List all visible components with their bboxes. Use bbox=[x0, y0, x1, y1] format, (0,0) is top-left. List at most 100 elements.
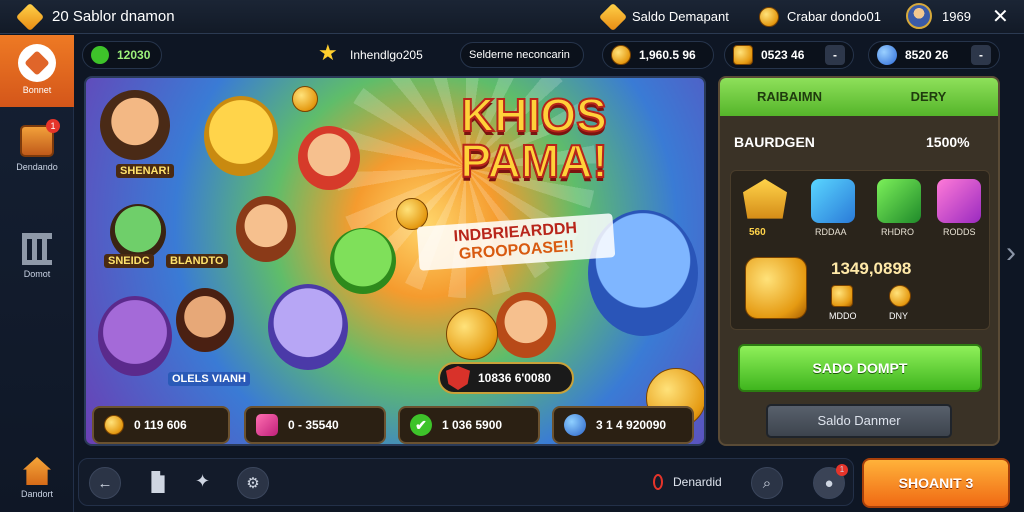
character-girl bbox=[236, 196, 296, 262]
arrow-left-icon[interactable]: ← bbox=[89, 467, 121, 499]
currency-1[interactable]: 1,960.5 96 bbox=[602, 41, 714, 69]
tab-label: Selderne neconcarin bbox=[469, 49, 570, 61]
coin-icon bbox=[292, 86, 318, 112]
mini-label: MDDO bbox=[829, 311, 857, 321]
sidebar-item-domot[interactable]: Domot bbox=[0, 227, 74, 291]
arrow-up-icon bbox=[91, 46, 109, 64]
currency-3[interactable]: 8520 26 - bbox=[868, 41, 1000, 69]
bottom-bar: ← ✦ ⚙ Denardid ⌕ ● 1 bbox=[78, 458, 854, 506]
diamond-icon bbox=[15, 2, 45, 32]
status-text: Denardid bbox=[673, 475, 722, 489]
prize-chip[interactable]: 10836 6'0080 bbox=[438, 362, 574, 394]
rank-label: Inhendlgo205 bbox=[350, 48, 423, 62]
panel-row-value: 1500% bbox=[926, 134, 970, 150]
gold-item[interactable] bbox=[743, 179, 787, 219]
character-label: SNEIDC bbox=[104, 254, 154, 268]
chest-icon: 1 bbox=[20, 119, 60, 157]
minus-button[interactable]: - bbox=[825, 45, 845, 65]
home-icon bbox=[23, 457, 51, 485]
banner-title-line2: PAMA! bbox=[459, 135, 608, 187]
character-label: OLELS VIANH bbox=[168, 372, 250, 386]
home-icon bbox=[18, 44, 56, 82]
minus-button[interactable]: - bbox=[971, 45, 991, 65]
panel-row-label: BAURDGEN bbox=[734, 134, 815, 150]
character-label: SHENAR! bbox=[116, 164, 175, 178]
reward-panel: RAIBAIMN DERY BAURDGEN 1500% 560 RDDAA R… bbox=[718, 76, 1000, 446]
panel-tabs: RAIBAIMN DERY bbox=[720, 78, 998, 116]
stat-value: 0 - 35540 bbox=[288, 418, 339, 432]
promo-banner[interactable]: SHENAR! SNEIDC BLANDTO OLELS VIANH KHIOS… bbox=[84, 76, 706, 446]
gear-icon[interactable]: ⚙ bbox=[237, 467, 269, 499]
item-label: RODDS bbox=[943, 227, 976, 237]
gem-item[interactable] bbox=[811, 179, 855, 223]
top-bar: 20 Sablor dnamon Saldo Demapant Crabar d… bbox=[0, 0, 1024, 34]
stat-value: 0 119 606 bbox=[134, 418, 187, 432]
currency-value: 1,960.5 96 bbox=[639, 48, 696, 62]
tab-dery[interactable]: DERY bbox=[859, 78, 998, 116]
character-cat bbox=[268, 284, 348, 370]
big-value: 1349,0898 bbox=[831, 259, 912, 278]
close-icon[interactable]: ✕ bbox=[992, 4, 1009, 29]
notification-badge: 1 bbox=[836, 464, 848, 476]
tab-selector[interactable]: Selderne neconcarin bbox=[460, 42, 584, 68]
coin-stack-icon bbox=[831, 285, 853, 307]
coin-icon bbox=[396, 198, 428, 230]
currency-value: 8520 26 bbox=[905, 48, 949, 62]
character-hero bbox=[100, 90, 170, 160]
sidebar-item-label: Dendando bbox=[16, 162, 58, 172]
banner-title: KHIOS PAMA! bbox=[434, 91, 634, 187]
tab-raibaimn[interactable]: RAIBAIMN bbox=[720, 78, 859, 116]
check-icon: ✔ bbox=[410, 414, 432, 436]
bank-icon bbox=[22, 233, 52, 265]
saldo-label: Saldo Demapant bbox=[632, 9, 729, 24]
currency-value: 0523 46 bbox=[761, 48, 805, 62]
crystal-item[interactable] bbox=[937, 179, 981, 223]
sidebar-item-dandort[interactable]: Dandort bbox=[0, 453, 74, 509]
sidebar-item-bonnet[interactable]: Bonnet bbox=[0, 35, 74, 107]
coin-icon bbox=[733, 45, 753, 65]
secondary-button[interactable]: Saldo Danmer bbox=[766, 404, 952, 438]
shield-icon bbox=[446, 366, 470, 390]
character-kid bbox=[496, 292, 556, 358]
item-label: RDDAA bbox=[815, 227, 847, 237]
puzzle-icon[interactable] bbox=[151, 471, 165, 493]
coin-icon bbox=[759, 7, 779, 27]
sidebar-item-dendando[interactable]: 1 Dendando bbox=[0, 119, 74, 189]
header-row: 12030 ★ Inhendlgo205 Selderne neconcarin… bbox=[78, 38, 1024, 72]
mini-label: DNY bbox=[889, 311, 909, 321]
user-value: 1969 bbox=[942, 9, 971, 24]
coin-icon bbox=[611, 45, 631, 65]
coin-icon bbox=[104, 415, 124, 435]
level-pill[interactable]: 12030 bbox=[82, 41, 162, 69]
search-icon[interactable]: ⌕ bbox=[751, 467, 783, 499]
character-purple bbox=[98, 296, 172, 376]
coin-icon bbox=[446, 308, 498, 360]
stat-chip[interactable]: 0 - 35540 bbox=[244, 406, 386, 444]
chevron-right-icon[interactable]: › bbox=[1006, 236, 1016, 270]
avatar-icon[interactable] bbox=[906, 3, 932, 29]
emerald-item[interactable] bbox=[877, 179, 921, 223]
status-dot bbox=[653, 474, 663, 490]
coin-stack-icon bbox=[889, 285, 911, 307]
gem-icon bbox=[598, 2, 628, 32]
level-value: 12030 bbox=[117, 48, 151, 62]
stat-chip[interactable]: 3 1 4 920090 bbox=[552, 406, 694, 444]
big-coin-icon bbox=[745, 257, 807, 319]
item-label: 560 bbox=[749, 227, 766, 238]
character-green bbox=[330, 228, 396, 294]
sidebar-item-label: Bonnet bbox=[22, 85, 52, 95]
cta-button[interactable]: SHOANIT 3 bbox=[862, 458, 1010, 508]
ticket-icon bbox=[564, 414, 586, 436]
friends-icon[interactable]: ● 1 bbox=[813, 464, 848, 499]
heart-icon bbox=[256, 414, 278, 436]
primary-button[interactable]: SADO DOMPT bbox=[738, 344, 982, 392]
stat-chip[interactable]: ✔ 1 036 5900 bbox=[398, 406, 540, 444]
currency-2[interactable]: 0523 46 - bbox=[724, 41, 854, 69]
bolt-icon[interactable]: ✦ bbox=[195, 471, 210, 492]
notification-badge: 1 bbox=[46, 119, 60, 133]
item-label: RHDRO bbox=[881, 227, 914, 237]
sidebar: Bonnet 1 Dendando Domot Dandort bbox=[0, 35, 74, 512]
star-icon: ★ bbox=[318, 40, 338, 65]
sidebar-item-label: Dandort bbox=[20, 489, 54, 499]
stat-chip[interactable]: 0 119 606 bbox=[92, 406, 230, 444]
